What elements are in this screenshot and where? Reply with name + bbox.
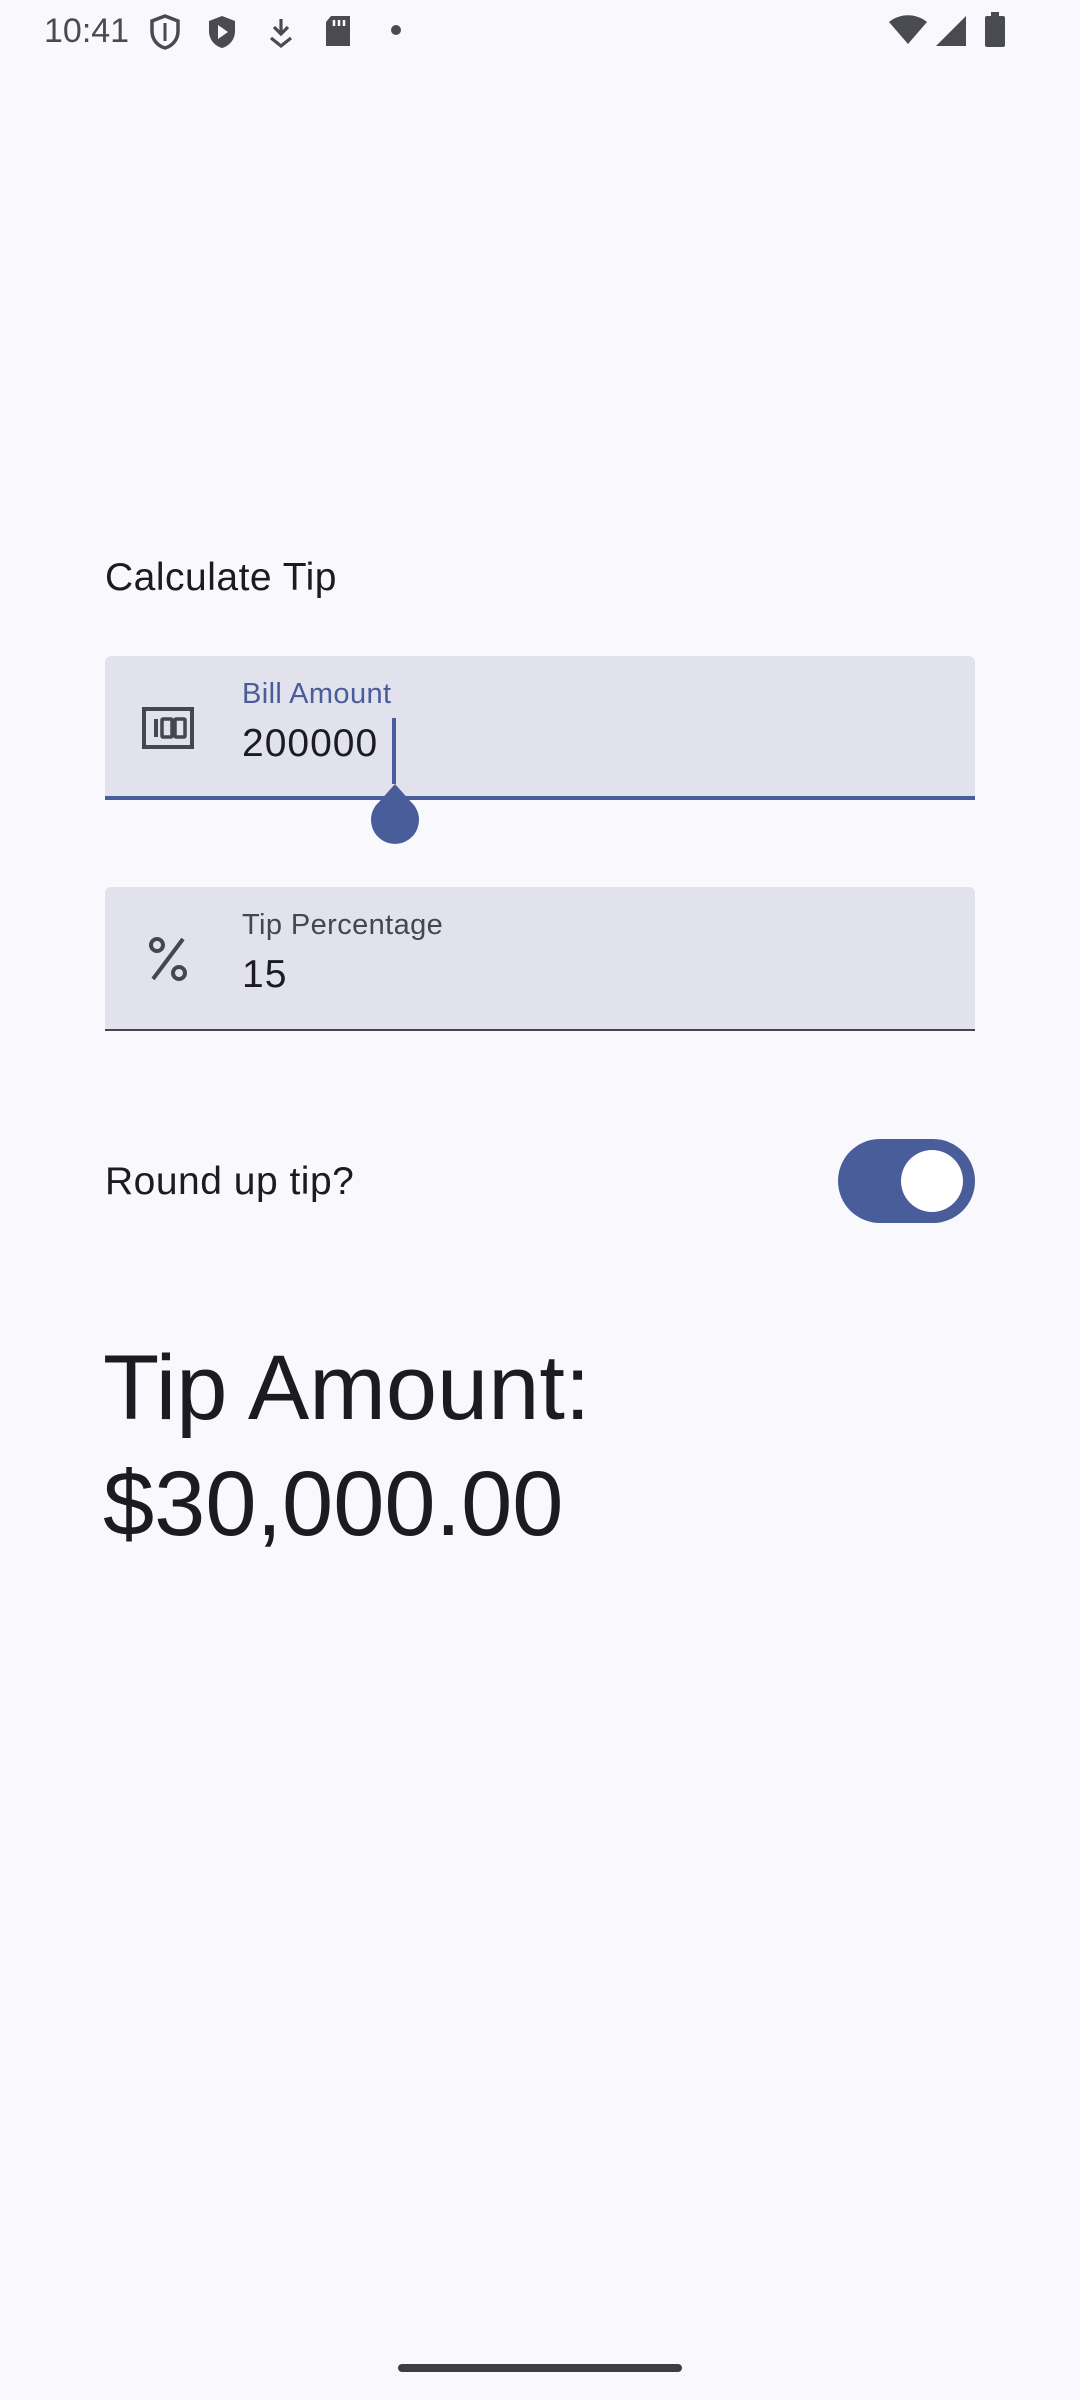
tip-amount-heading: Tip Amount: [103,1337,591,1439]
page-title: Calculate Tip [105,556,337,599]
sd-card-icon [326,16,350,46]
text-cursor [392,718,396,784]
shield-play-icon [209,16,235,48]
battery-icon [985,12,1005,47]
money-icon [142,707,194,749]
tip-amount-result: Tip Amount: $30,000.00 [103,1330,963,1562]
percent-icon [149,937,187,981]
status-bar: 10:41 [0,0,1080,62]
wifi-icon [889,15,927,44]
bill-amount-field[interactable]: Bill Amount [105,656,975,800]
shield-outline-icon [150,14,180,50]
cellular-signal-icon [936,16,966,46]
status-time: 10:41 [44,12,130,50]
download-icon [270,19,292,49]
switch-thumb [901,1150,963,1212]
gesture-nav-handle[interactable] [398,2364,682,2372]
cursor-handle[interactable] [367,782,423,846]
round-up-switch[interactable] [838,1139,975,1223]
tip-amount-value: $30,000.00 [103,1453,564,1555]
tip-percentage-label: Tip Percentage [242,909,444,941]
bill-amount-label: Bill Amount [242,678,392,710]
tip-percentage-input[interactable] [242,953,842,997]
dot-icon [391,25,401,35]
tip-percentage-field[interactable]: Tip Percentage [105,887,975,1031]
bill-amount-input[interactable] [242,722,842,766]
round-up-label: Round up tip? [105,1160,355,1203]
